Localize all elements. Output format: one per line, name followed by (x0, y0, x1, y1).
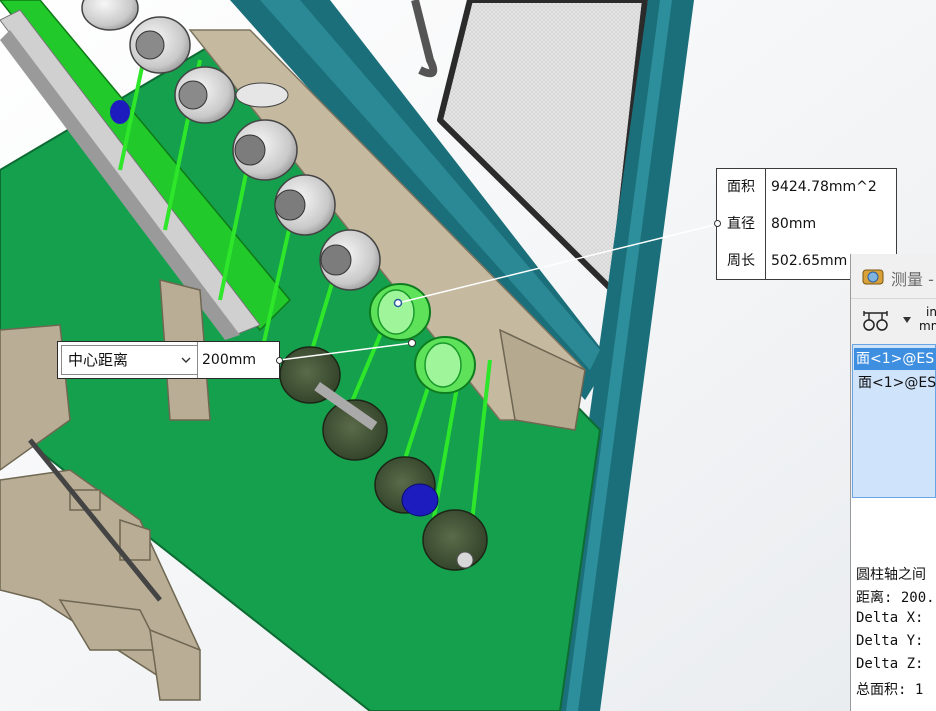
chevron-down-icon (181, 357, 191, 363)
measure-titlebar[interactable]: 测量 - (851, 254, 936, 298)
distance-value: 200mm (197, 342, 279, 378)
measure-tool-icon (862, 269, 884, 285)
diameter-value: 80mm (771, 216, 817, 232)
distance-callout[interactable]: 中心距离 200mm (57, 341, 280, 379)
diameter-label: 直径 (727, 216, 755, 232)
measure-toolbar: in mm (851, 298, 936, 345)
callout-anchor-dot (714, 220, 721, 227)
result-line-2: 距离: 200. (856, 590, 935, 606)
area-label: 面积 (727, 179, 755, 195)
area-row: 面积 9424.78mm^2 (717, 169, 896, 206)
area-value: 9424.78mm^2 (771, 179, 877, 195)
measure-results: 圆柱轴之间 距离: 200. Delta X: Delta Y: Delta Z… (851, 498, 936, 711)
distance-mode-dropdown[interactable]: 中心距离 (61, 345, 198, 375)
result-line-3: Delta X: (856, 610, 924, 626)
units-label-mm: mm (919, 319, 936, 333)
result-line-6: 总面积: 1 (856, 682, 924, 698)
perimeter-value: 502.65mm (771, 253, 848, 269)
perimeter-label: 周长 (727, 253, 755, 269)
result-line-4: Delta Y: (856, 633, 924, 649)
selection-item-2[interactable]: 面<1>@ES (856, 372, 936, 394)
selection-item-1[interactable]: 面<1>@ES (854, 348, 936, 370)
result-line-1: 圆柱轴之间 (856, 567, 926, 583)
measure-title: 测量 - (891, 270, 934, 289)
distance-anchor-dot (276, 357, 283, 364)
measure-panel[interactable]: 测量 - in mm 面<1>@ES 面<1>@ES 圆柱轴之间 距离: 200… (850, 254, 936, 711)
selection-list[interactable]: 面<1>@ES 面<1>@ES (852, 344, 936, 498)
units-label-in: in (926, 305, 936, 319)
result-line-5: Delta Z: (856, 656, 924, 672)
units-icon[interactable] (860, 310, 892, 332)
diameter-row: 直径 80mm (717, 206, 896, 243)
units-dropdown-arrow-icon[interactable] (903, 317, 911, 323)
face-anchor-point (393, 298, 403, 308)
axis-anchor-point (408, 339, 416, 347)
distance-mode-label: 中心距离 (68, 351, 129, 369)
